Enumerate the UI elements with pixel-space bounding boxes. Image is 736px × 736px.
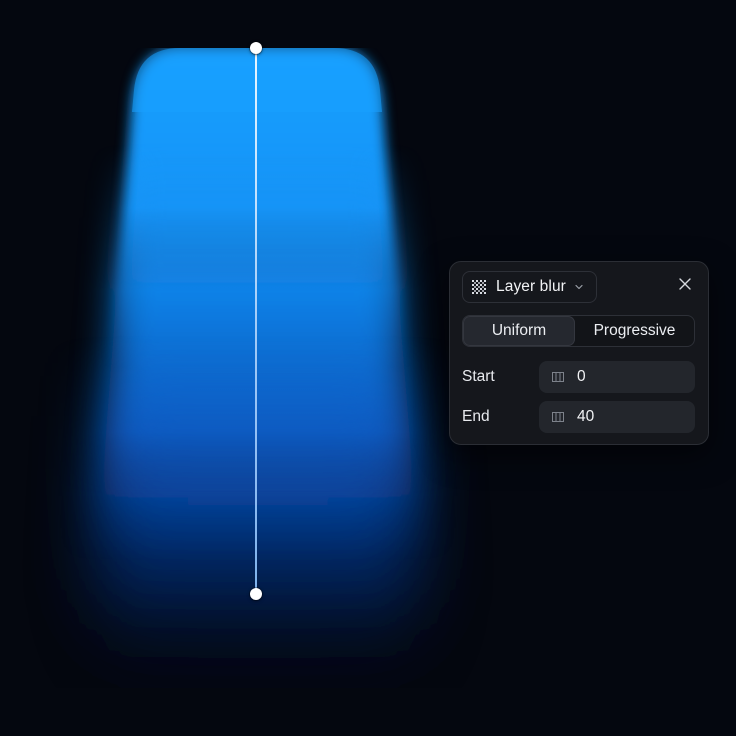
effect-settings-panel: Layer blur Uniform Progressive Start 0 E… — [449, 261, 709, 445]
end-label: End — [462, 408, 490, 425]
effect-type-label: Layer blur — [496, 278, 566, 295]
close-button[interactable] — [674, 275, 696, 297]
start-value: 0 — [577, 368, 586, 385]
end-field-row: End 40 — [462, 401, 695, 433]
progressive-option[interactable]: Progressive — [575, 316, 694, 346]
effect-type-dropdown[interactable]: Layer blur — [462, 271, 597, 303]
start-label: Start — [462, 368, 495, 385]
drag-scrub-icon[interactable] — [551, 410, 565, 424]
close-icon — [678, 277, 692, 296]
end-value: 40 — [577, 408, 595, 425]
blur-type-toggle: Uniform Progressive — [462, 315, 695, 347]
design-canvas[interactable]: Layer blur Uniform Progressive Start 0 E… — [0, 0, 736, 736]
blur-end-handle[interactable] — [250, 588, 262, 600]
layer-blur-icon — [471, 279, 487, 295]
start-input[interactable]: 0 — [539, 361, 695, 393]
uniform-option[interactable]: Uniform — [463, 316, 575, 346]
end-input[interactable]: 40 — [539, 401, 695, 433]
drag-scrub-icon[interactable] — [551, 370, 565, 384]
chevron-down-icon — [574, 282, 584, 292]
start-field-row: Start 0 — [462, 361, 695, 393]
blur-start-handle[interactable] — [250, 42, 262, 54]
progressive-blur-direction-line — [255, 48, 257, 594]
